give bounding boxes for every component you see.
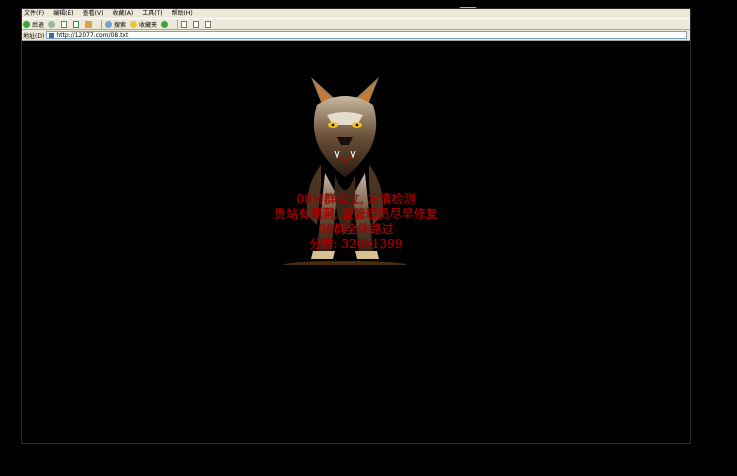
menu-favorites[interactable]: 收藏(A) bbox=[112, 9, 133, 18]
address-bar: 地址(D) http://12077.com/08.txt bbox=[22, 30, 690, 41]
home-button[interactable] bbox=[85, 20, 94, 28]
menu-view[interactable]: 查看(V) bbox=[83, 9, 104, 18]
page-icon bbox=[49, 32, 55, 38]
edit-button[interactable] bbox=[205, 20, 213, 28]
search-button[interactable]: 搜索 bbox=[105, 20, 126, 29]
menu-bar: 文件(F) 编辑(E) 查看(V) 收藏(A) 工具(T) 帮助(H) bbox=[22, 9, 690, 18]
stop-button[interactable] bbox=[61, 20, 69, 28]
menu-help[interactable]: 帮助(H) bbox=[172, 9, 193, 18]
address-input[interactable]: http://12077.com/08.txt bbox=[46, 31, 687, 39]
toolbar: 后退 搜索 收藏夹 bbox=[22, 18, 690, 30]
history-button[interactable] bbox=[161, 20, 170, 28]
favorites-label: 收藏夹 bbox=[139, 21, 158, 29]
refresh-icon bbox=[73, 20, 80, 28]
menu-edit[interactable]: 编辑(E) bbox=[53, 9, 73, 18]
menu-tools[interactable]: 工具(T) bbox=[142, 9, 162, 18]
forward-button[interactable] bbox=[48, 20, 57, 28]
page-content: 08分群成立, 友情检测 贵站有漏洞, 望管理员尽早修复 08群全体路过 分群:… bbox=[22, 41, 690, 443]
history-icon bbox=[161, 20, 169, 28]
edit-icon bbox=[205, 20, 212, 28]
refresh-button[interactable] bbox=[73, 20, 81, 28]
browser-window: 文件(F) 编辑(E) 查看(V) 收藏(A) 工具(T) 帮助(H) 后退 搜… bbox=[21, 8, 691, 444]
search-label: 搜索 bbox=[114, 21, 127, 29]
message-line-3: 08群全体路过 bbox=[318, 222, 394, 236]
mail-button[interactable] bbox=[181, 20, 189, 28]
search-icon bbox=[105, 20, 113, 28]
print-button[interactable] bbox=[193, 20, 201, 28]
toolbar-separator bbox=[177, 19, 179, 29]
favorites-button[interactable]: 收藏夹 bbox=[130, 20, 157, 29]
mail-icon bbox=[181, 20, 188, 28]
stop-icon bbox=[61, 20, 68, 28]
message-line-2: 贵站有漏洞, 望管理员尽早修复 bbox=[274, 207, 438, 221]
address-url: http://12077.com/08.txt bbox=[56, 31, 129, 39]
back-label: 后退 bbox=[32, 21, 45, 29]
back-icon bbox=[23, 20, 30, 28]
menu-file[interactable]: 文件(F) bbox=[24, 9, 44, 18]
home-icon bbox=[85, 20, 93, 28]
forward-icon bbox=[48, 20, 56, 28]
address-label: 地址(D) bbox=[23, 32, 45, 40]
message-line-4: 分群: 32091399 bbox=[309, 237, 403, 251]
favorites-icon bbox=[130, 20, 138, 28]
back-button[interactable]: 后退 bbox=[23, 20, 44, 29]
print-icon bbox=[193, 20, 200, 28]
message-line-1: 08分群成立, 友情检测 bbox=[296, 192, 416, 206]
toolbar-separator bbox=[101, 19, 103, 29]
